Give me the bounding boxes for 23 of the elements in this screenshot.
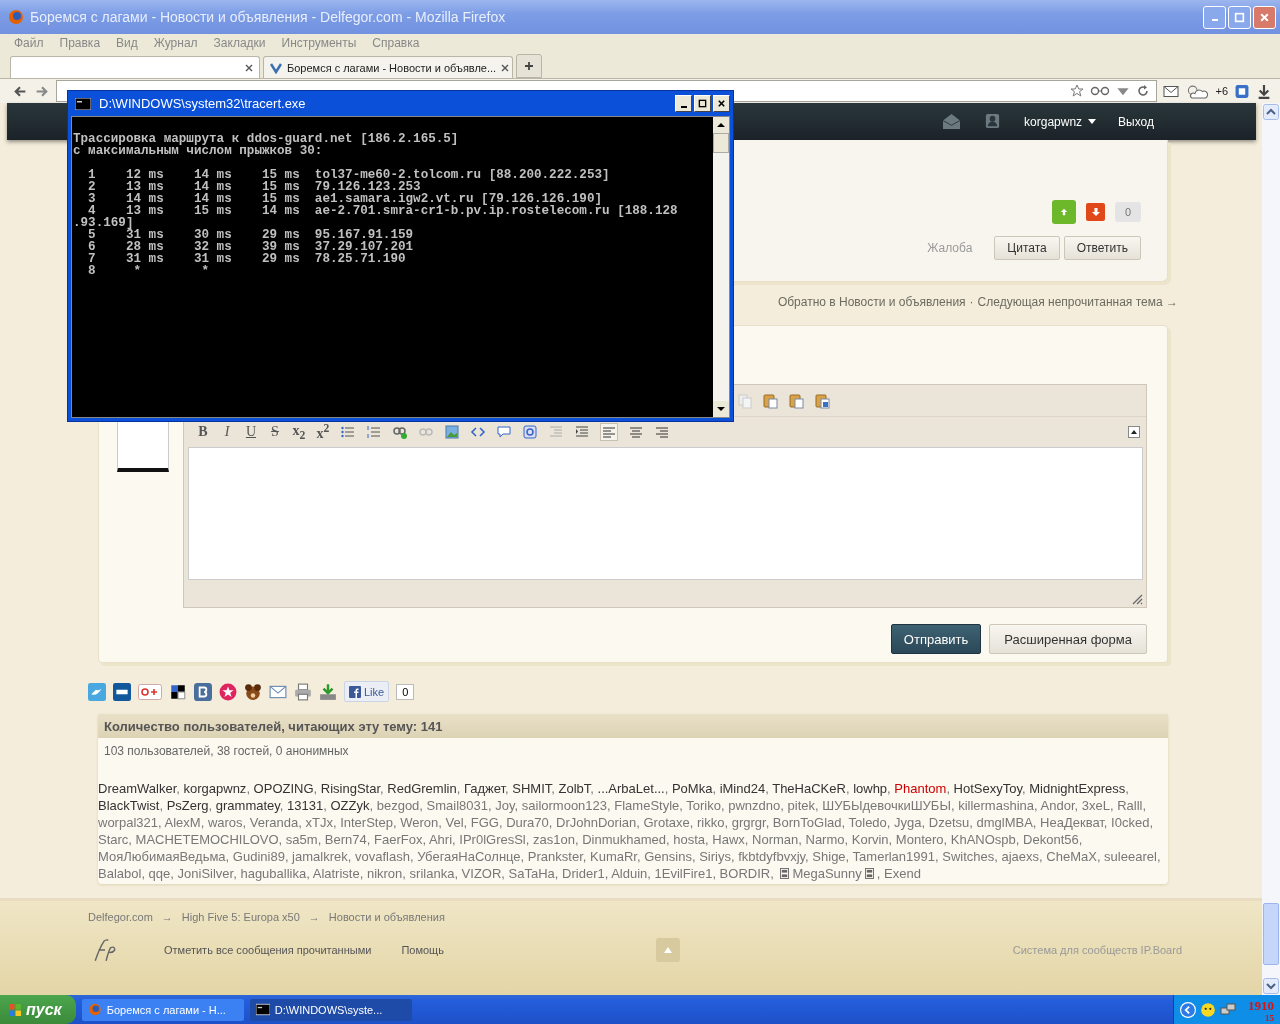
console-line: 5 31 ms 30 ms 29 ms 95.167.91.159	[88, 229, 415, 241]
console-line: .93.169]	[73, 217, 134, 229]
console-line: 4 13 ms 15 ms 14 ms ae-2.701.smra-cr1-b.pv.ip.rostelecom.ru [188.128	[88, 205, 679, 217]
separator-text: ·	[969, 295, 974, 309]
window-title: Боремся с лагами - Новости и объявления - Delfegor.com - Mozilla Firefox	[30, 9, 507, 25]
console-line: 1 12 ms 14 ms 15 ms tol37-me60-2.tolcom.ru [88.200.222.253]	[87, 169, 611, 181]
rating-count: 0	[1115, 202, 1141, 222]
powered-by-text: Система для сообществ IP.Board	[1012, 944, 1182, 956]
arrow-text: →	[308, 911, 320, 923]
console-line: 6 28 ms 32 ms 39 ms 37.29.107.201	[87, 241, 415, 253]
readers-summary: 103 пользователей, 38 гостей, 0 анонимных	[103, 743, 350, 758]
console-line: 7 31 ms 31 ms 29 ms 78.25.71.190	[87, 253, 407, 265]
console-title: D:\WINDOWS\system32\tracert.exe	[99, 96, 307, 111]
arrow-text: →	[161, 911, 173, 923]
user-list: DreamWalker, korgapwnz, OPOZING, RisingStar, RedGremlin, Гаджет, SHMIT, ZolbT, ...ArbaLet..., PoMka, iMind24, TheHaCKeR, lowhp, Phantom, HotSexyToy, MidnightExpress, BlackTwist, PsZerg, grammatey, 13131, OZZyk, bezgod, Smail8031, Joy, sailormoon123, FlameStyle, Toriko, pwnzdno, pitek, ШУБЫдевочкиШУБЫ, killermashina, Andor, 3xeL, Ralll, worpal321, AlexM, waros, Veranda, xTJx, InterStep, Weron, Vel, FGG, Dura70, DrJohnDorian, Grotaxe, rikko, grgrgr, BornToGlad, Toledo, Jyga, Dzetsu, dmglMBA, НеаДекват, I0cked, Starc, MACHETEMOCHILOVO, sa5m, Bern74, FaerFox, Ahri, IPr0lGresSl, zas1on, Dinmukhamed, hosta, Hawx, Norman, Narmo, Korvin, Montero, KhANOspb, Dekont56, МояЛюбимаяВедьма, Gudini89, jamalkrek, vovaflash, УбегаяНаСолнце, Prankster, KumaRr, Gensins, Siriys, fkbtdyfbvxjy, Shige, Tamerlan1991, Switches, ajaexs, CheMaX, suleearel, Balabol, qqe, JoniSilver, haguballika, Alatriste, nikron, srilanka, VIZOR, SaTaHa, Drider1, Alduin, 1EvilFire1, BORDIR, MegaSunny , Exend	[98, 780, 1168, 884]
console-line: с максимальным числом прыжков 30:	[73, 145, 323, 157]
readers-title: Количество пользователей, читающих эту тему: 141	[98, 714, 1168, 738]
console-line: 3 14 ms 14 ms 15 ms ae1.samara.igw2.vt.ru [79.126.126.190]	[87, 193, 603, 205]
console-line: 2 13 ms 14 ms 15 ms 79.126.123.253	[87, 181, 421, 193]
console-line: 8 * *	[87, 265, 211, 277]
like-count: 0	[396, 683, 415, 700]
temperature-text: +6	[1215, 85, 1228, 97]
console-line: Трассировка маршрута к ddos-guard.net [186.2.165.5]	[73, 133, 460, 145]
